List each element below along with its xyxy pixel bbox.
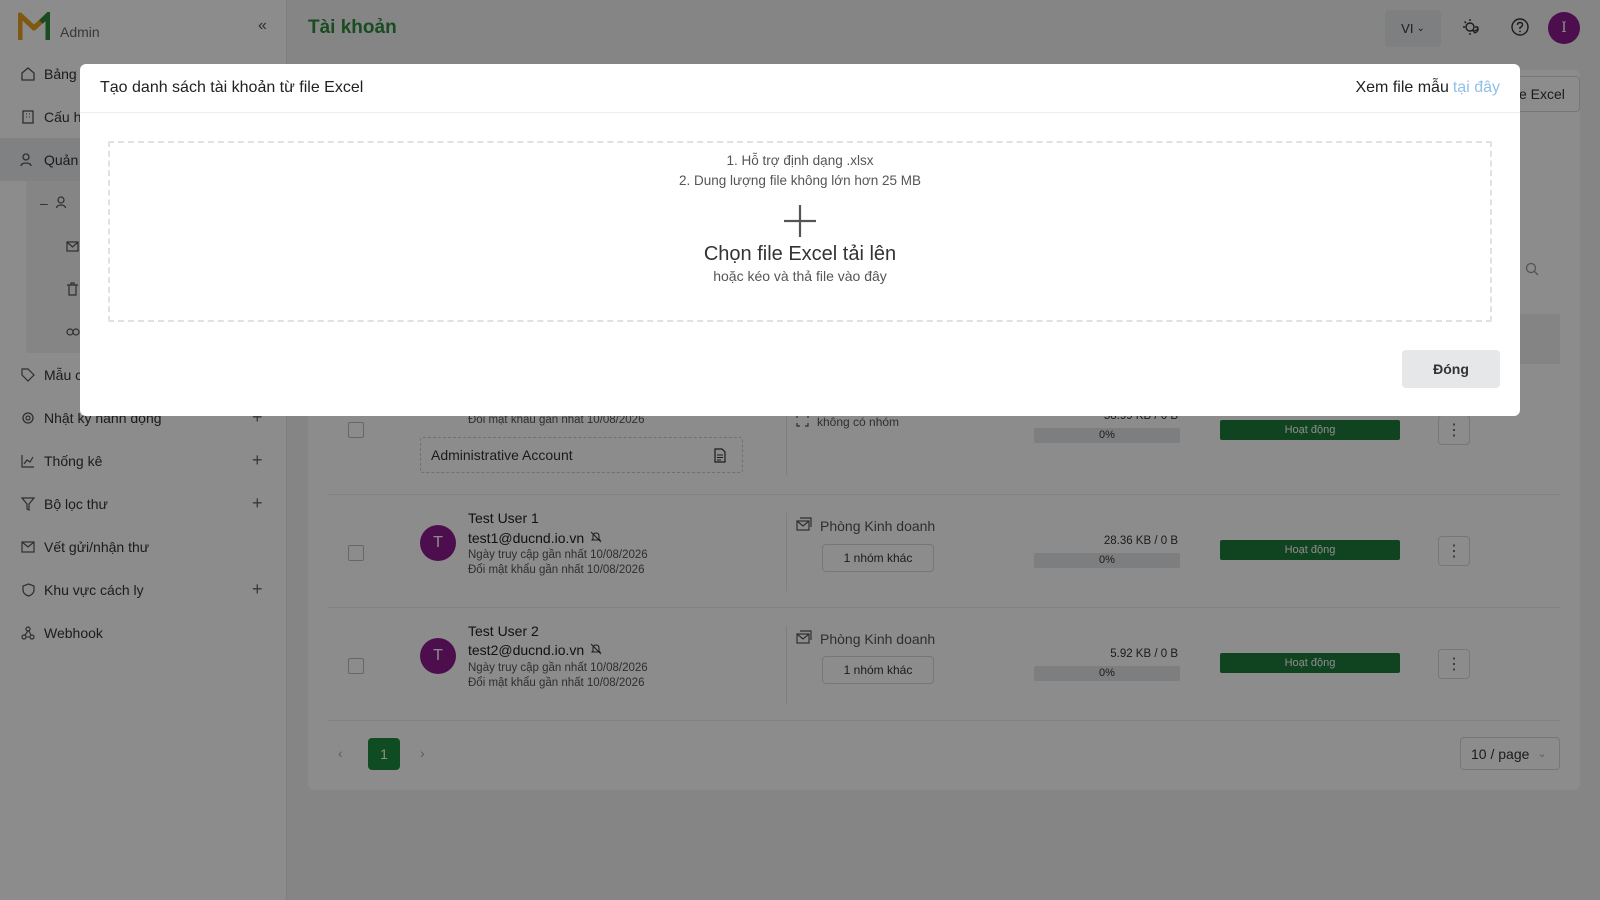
sample-file-label: Xem file mẫu xyxy=(1355,79,1449,96)
upload-sub-text: hoặc kéo và thả file vào đây xyxy=(713,268,887,284)
sample-file-text: Xem file mẫu tại đây xyxy=(1355,79,1500,97)
close-button[interactable]: Đóng xyxy=(1402,350,1500,388)
upload-rule-size: 2. Dung lượng file không lớn hơn 25 MB xyxy=(679,173,921,188)
upload-main-text: Chọn file Excel tải lên xyxy=(703,243,897,265)
plus-icon xyxy=(782,203,818,239)
modal-header: Tạo danh sách tài khoản từ file Excel Xe… xyxy=(80,64,1520,113)
sample-file-link[interactable]: tại đây xyxy=(1453,79,1500,96)
excel-import-modal: Tạo danh sách tài khoản từ file Excel Xe… xyxy=(80,64,1520,416)
upload-rule-format: 1. Hỗ trợ định dạng .xlsx xyxy=(726,153,874,168)
modal-title: Tạo danh sách tài khoản từ file Excel xyxy=(100,79,364,96)
upload-dropzone[interactable]: 1. Hỗ trợ định dạng .xlsx 2. Dung lượng … xyxy=(108,141,1492,322)
